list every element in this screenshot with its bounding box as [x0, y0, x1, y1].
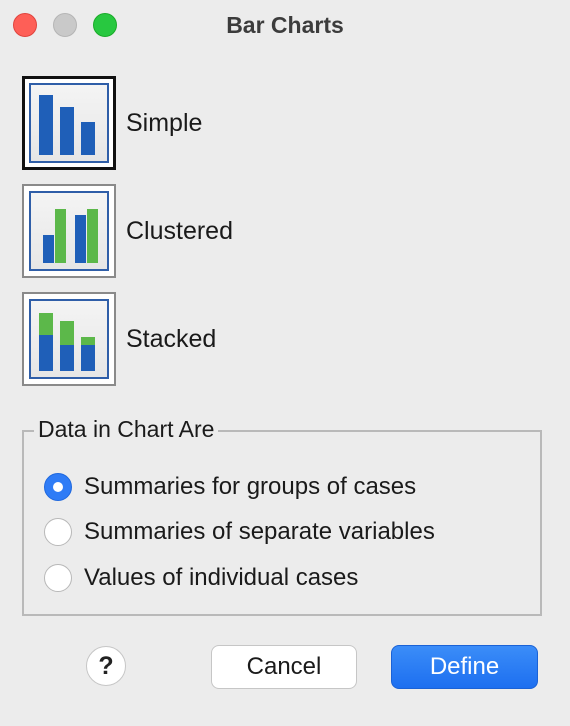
option-groups-of-cases[interactable]: Summaries for groups of cases	[44, 471, 416, 503]
define-button[interactable]: Define	[391, 645, 538, 689]
title-bar: Bar Charts	[0, 0, 570, 50]
cancel-button[interactable]: Cancel	[211, 645, 357, 689]
option-label: Summaries of separate variables	[84, 518, 435, 545]
option-label: Summaries for groups of cases	[84, 473, 417, 500]
option-individual-cases[interactable]: Values of individual cases	[44, 562, 358, 594]
chart-type-label: Stacked	[126, 324, 217, 353]
window-title: Bar Charts	[226, 12, 344, 38]
chart-type-simple[interactable]: Simple	[22, 75, 202, 171]
simple-bar-chart-icon[interactable]	[22, 76, 116, 170]
chart-type-label: Simple	[126, 108, 203, 137]
stacked-bar-chart-icon[interactable]	[22, 292, 116, 386]
clustered-bar-chart-icon[interactable]	[22, 184, 116, 278]
chart-type-label: Clustered	[126, 216, 233, 245]
option-separate-variables[interactable]: Summaries of separate variables	[44, 516, 435, 548]
help-button[interactable]: ?	[86, 646, 126, 686]
group-legend: Data in Chart Are	[34, 416, 219, 443]
radio-button-selected[interactable]	[44, 473, 72, 501]
radio-button[interactable]	[44, 518, 72, 546]
option-label: Values of individual cases	[84, 564, 359, 591]
chart-type-stacked[interactable]: Stacked	[22, 291, 216, 387]
chart-type-clustered[interactable]: Clustered	[22, 183, 233, 279]
radio-button[interactable]	[44, 564, 72, 592]
